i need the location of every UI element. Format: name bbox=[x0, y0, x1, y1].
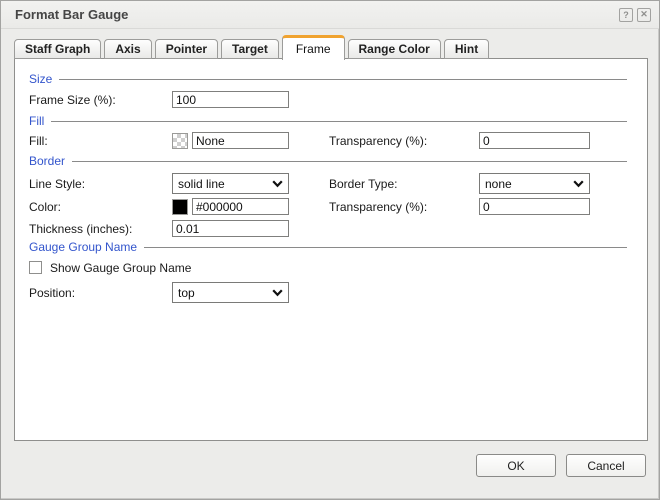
position-label: Position: bbox=[29, 285, 76, 300]
chevron-down-icon bbox=[272, 288, 283, 297]
section-border: Border bbox=[29, 154, 627, 168]
section-gauge-group-name: Gauge Group Name bbox=[29, 240, 627, 254]
tab-target[interactable]: Target bbox=[221, 39, 279, 59]
show-gauge-group-checkbox[interactable] bbox=[29, 261, 42, 274]
border-type-value: none bbox=[485, 176, 512, 191]
tab-range-color[interactable]: Range Color bbox=[347, 39, 441, 59]
section-fill-heading: Fill bbox=[29, 114, 45, 128]
cancel-button[interactable]: Cancel bbox=[566, 454, 646, 477]
fill-transparency-label: Transparency (%): bbox=[329, 133, 428, 148]
border-color-swatch[interactable] bbox=[172, 198, 188, 215]
line-style-row: Line Style: solid line Border Type: none bbox=[29, 173, 627, 194]
fill-swatch-transparent-icon[interactable] bbox=[172, 132, 188, 149]
border-type-select[interactable]: none bbox=[479, 173, 590, 194]
line-style-label: Line Style: bbox=[29, 176, 86, 191]
position-select[interactable]: top bbox=[172, 282, 289, 303]
border-transparency-label: Transparency (%): bbox=[329, 199, 428, 214]
thickness-input[interactable] bbox=[172, 220, 289, 237]
fill-transparency-input[interactable] bbox=[479, 132, 590, 149]
position-row: Position: top bbox=[29, 282, 627, 303]
border-color-row: Color: Transparency (%): bbox=[29, 198, 627, 215]
line-style-select[interactable]: solid line bbox=[172, 173, 289, 194]
format-bar-gauge-dialog: Format Bar Gauge ? ✕ Staff Graph Axis Po… bbox=[0, 0, 660, 500]
border-color-input[interactable] bbox=[192, 198, 289, 215]
chevron-down-icon bbox=[573, 179, 584, 188]
section-size-heading: Size bbox=[29, 72, 53, 86]
tab-hint[interactable]: Hint bbox=[443, 39, 490, 59]
dialog-title: Format Bar Gauge bbox=[15, 7, 129, 22]
section-gauge-group-heading: Gauge Group Name bbox=[29, 240, 138, 254]
position-value: top bbox=[178, 285, 195, 300]
fill-input[interactable] bbox=[192, 132, 289, 149]
frame-size-row: Frame Size (%): bbox=[29, 91, 627, 108]
section-rule bbox=[144, 246, 627, 248]
fill-row: Fill: Transparency (%): bbox=[29, 132, 627, 149]
line-style-value: solid line bbox=[178, 176, 225, 191]
tab-pointer[interactable]: Pointer bbox=[154, 39, 219, 59]
section-fill: Fill bbox=[29, 114, 627, 128]
dialog-titlebar: Format Bar Gauge ? ✕ bbox=[1, 1, 659, 29]
frame-size-label: Frame Size (%): bbox=[29, 92, 116, 107]
close-icon[interactable]: ✕ bbox=[637, 7, 651, 22]
tab-strip: Staff Graph Axis Pointer Target Frame Ra… bbox=[14, 35, 492, 60]
section-rule bbox=[51, 120, 627, 122]
ok-button[interactable]: OK bbox=[476, 454, 556, 477]
thickness-label: Thickness (inches): bbox=[29, 221, 133, 236]
fill-label: Fill: bbox=[29, 133, 48, 148]
section-size: Size bbox=[29, 72, 627, 86]
border-color-label: Color: bbox=[29, 199, 62, 214]
border-transparency-input[interactable] bbox=[479, 198, 590, 215]
show-gauge-group-label: Show Gauge Group Name bbox=[50, 260, 192, 275]
frame-size-input[interactable] bbox=[172, 91, 289, 108]
border-type-label: Border Type: bbox=[329, 176, 398, 191]
tab-frame[interactable]: Frame bbox=[281, 35, 345, 60]
section-rule bbox=[59, 78, 627, 80]
chevron-down-icon bbox=[272, 179, 283, 188]
tab-staff-graph[interactable]: Staff Graph bbox=[14, 39, 102, 59]
tab-axis[interactable]: Axis bbox=[104, 39, 152, 59]
frame-tab-panel: Size Frame Size (%): Fill Fill: Transpar… bbox=[14, 58, 648, 441]
help-icon[interactable]: ? bbox=[619, 7, 633, 22]
show-gauge-group-row: Show Gauge Group Name bbox=[29, 259, 627, 276]
section-rule bbox=[72, 160, 627, 162]
thickness-row: Thickness (inches): bbox=[29, 220, 627, 237]
section-border-heading: Border bbox=[29, 154, 66, 168]
